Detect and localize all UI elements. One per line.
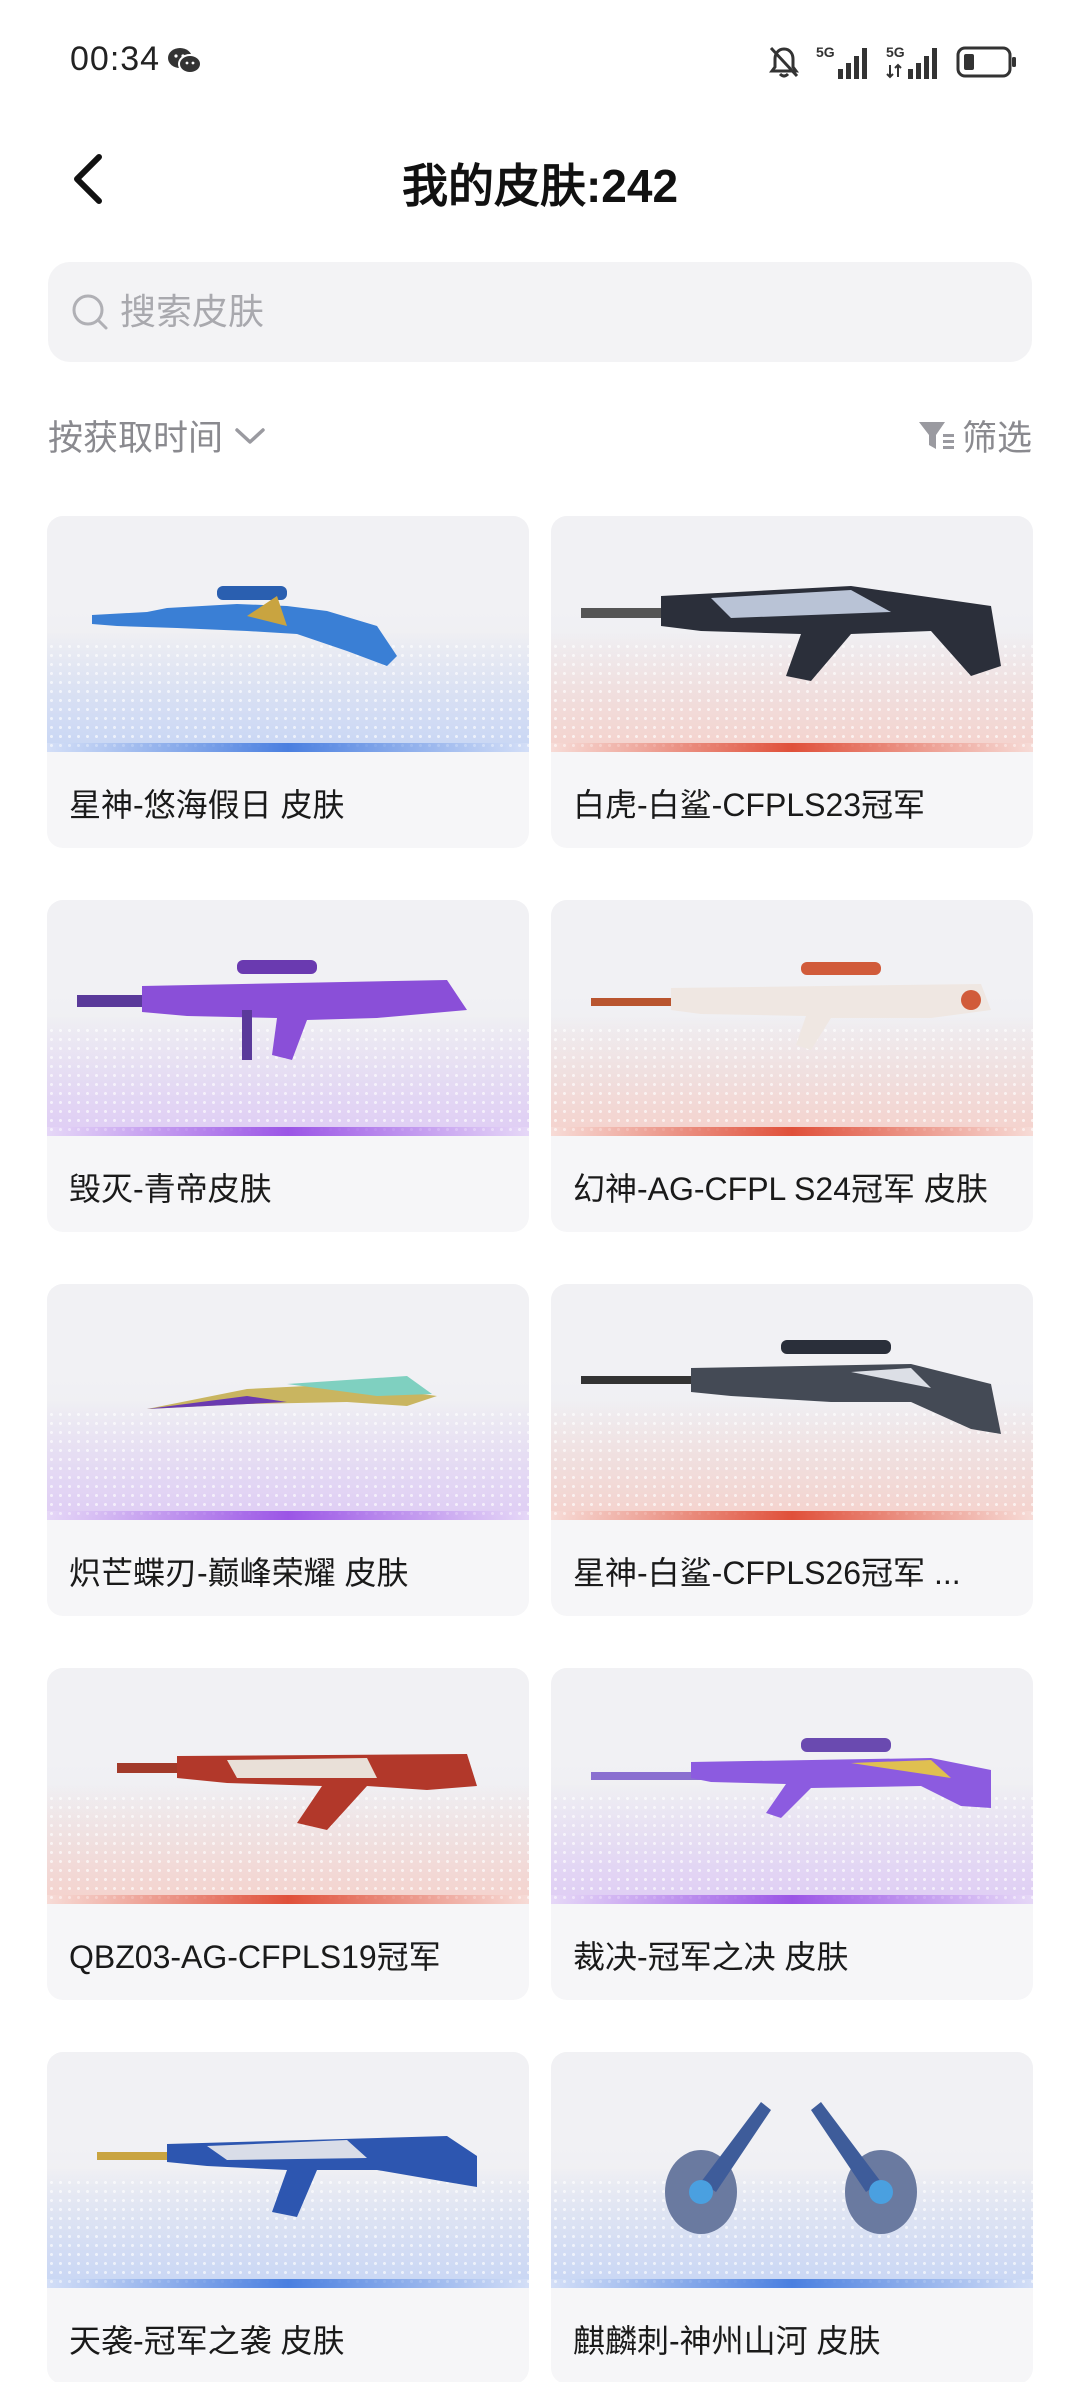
rarity-bar	[47, 743, 529, 752]
signal-5g-icon: 5G	[886, 44, 937, 79]
weapon-image	[117, 1754, 477, 1830]
wechat-icon	[168, 48, 202, 74]
search-icon	[72, 294, 108, 330]
skin-card[interactable]: 星神-悠海假日 皮肤	[47, 516, 529, 848]
weapon-image	[97, 2136, 477, 2217]
skin-name: 麒麟刺-神州山河 皮肤	[573, 2323, 881, 2359]
skin-image	[551, 1668, 1033, 1904]
weapon-image	[147, 1376, 437, 1409]
skin-name: 裁决-冠军之决 皮肤	[573, 1939, 849, 1975]
svg-text:5G: 5G	[886, 44, 905, 60]
skin-image	[47, 900, 529, 1136]
skin-name: 星神-悠海假日 皮肤	[69, 787, 345, 823]
rarity-bar	[551, 743, 1033, 752]
svg-text:5G: 5G	[816, 44, 835, 60]
skin-image	[47, 2052, 529, 2288]
filter-label: 筛选	[961, 419, 1032, 458]
mute-bell-icon	[769, 46, 799, 78]
skin-name: 星神-白鲨-CFPLS26冠军 ...	[573, 1555, 961, 1591]
rarity-bar	[47, 1895, 529, 1904]
filter-icon	[918, 421, 954, 449]
skin-image	[47, 516, 529, 752]
search-box[interactable]	[48, 262, 1032, 362]
skin-card[interactable]: 幻神-AG-CFPL S24冠军 皮肤	[551, 900, 1033, 1232]
battery-icon	[956, 46, 1016, 78]
rarity-bar	[47, 1127, 529, 1136]
status-icons: 5G 5G	[766, 42, 1018, 82]
weapon-image	[581, 586, 1001, 681]
weapon-image	[92, 586, 397, 666]
status-bar: 00:34 5G 5G	[0, 0, 1080, 130]
skin-card[interactable]: 毁灭-青帝皮肤	[47, 900, 529, 1232]
weapon-image	[77, 960, 467, 1060]
rarity-bar	[551, 1511, 1033, 1520]
skin-card[interactable]: 天袭-冠军之袭 皮肤	[47, 2052, 529, 2382]
signal-5g-icon: 5G	[816, 44, 867, 79]
skin-image	[47, 1668, 529, 1904]
weapon-image	[665, 2102, 917, 2234]
rarity-bar	[551, 1895, 1033, 1904]
rarity-bar	[47, 1511, 529, 1520]
skin-card[interactable]: QBZ03-AG-CFPLS19冠军	[47, 1668, 529, 2000]
skin-card[interactable]: 星神-白鲨-CFPLS26冠军 ...	[551, 1284, 1033, 1616]
skin-image	[551, 900, 1033, 1136]
search-input[interactable]	[120, 291, 1000, 333]
skin-card[interactable]: 白虎-白鲨-CFPLS23冠军	[551, 516, 1033, 848]
skin-image	[47, 1284, 529, 1520]
skin-card[interactable]: 麒麟刺-神州山河 皮肤	[551, 2052, 1033, 2382]
skin-name: 幻神-AG-CFPL S24冠军 皮肤	[573, 1171, 988, 1207]
chevron-down-icon	[235, 427, 265, 444]
skin-name: 白虎-白鲨-CFPLS23冠军	[573, 787, 926, 823]
rarity-bar	[551, 2279, 1033, 2288]
skin-name: QBZ03-AG-CFPLS19冠军	[69, 1939, 441, 1975]
skin-image	[551, 516, 1033, 752]
page-title: 我的皮肤:242	[401, 160, 679, 212]
toolbar: 按获取时间 筛选	[48, 410, 1032, 470]
skin-image	[551, 1284, 1033, 1520]
skin-name: 毁灭-青帝皮肤	[69, 1171, 272, 1207]
weapon-image	[591, 1738, 991, 1818]
skin-name: 炽芒蝶刃-巅峰荣耀 皮肤	[69, 1555, 409, 1591]
skin-card[interactable]: 炽芒蝶刃-巅峰荣耀 皮肤	[47, 1284, 529, 1616]
skin-card[interactable]: 裁决-冠军之决 皮肤	[551, 1668, 1033, 2000]
skin-image	[551, 2052, 1033, 2288]
nav-bar: 我的皮肤:242	[0, 130, 1080, 230]
rarity-bar	[551, 1127, 1033, 1136]
rarity-bar	[47, 2279, 529, 2288]
skin-name: 天袭-冠军之袭 皮肤	[69, 2323, 345, 2359]
status-time: 00:34	[70, 40, 161, 78]
sort-label: 按获取时间	[48, 419, 224, 458]
sort-dropdown[interactable]: 按获取时间	[48, 410, 267, 461]
weapon-image	[581, 1340, 1001, 1434]
filter-button[interactable]: 筛选	[916, 410, 1032, 461]
weapon-image	[591, 962, 991, 1050]
